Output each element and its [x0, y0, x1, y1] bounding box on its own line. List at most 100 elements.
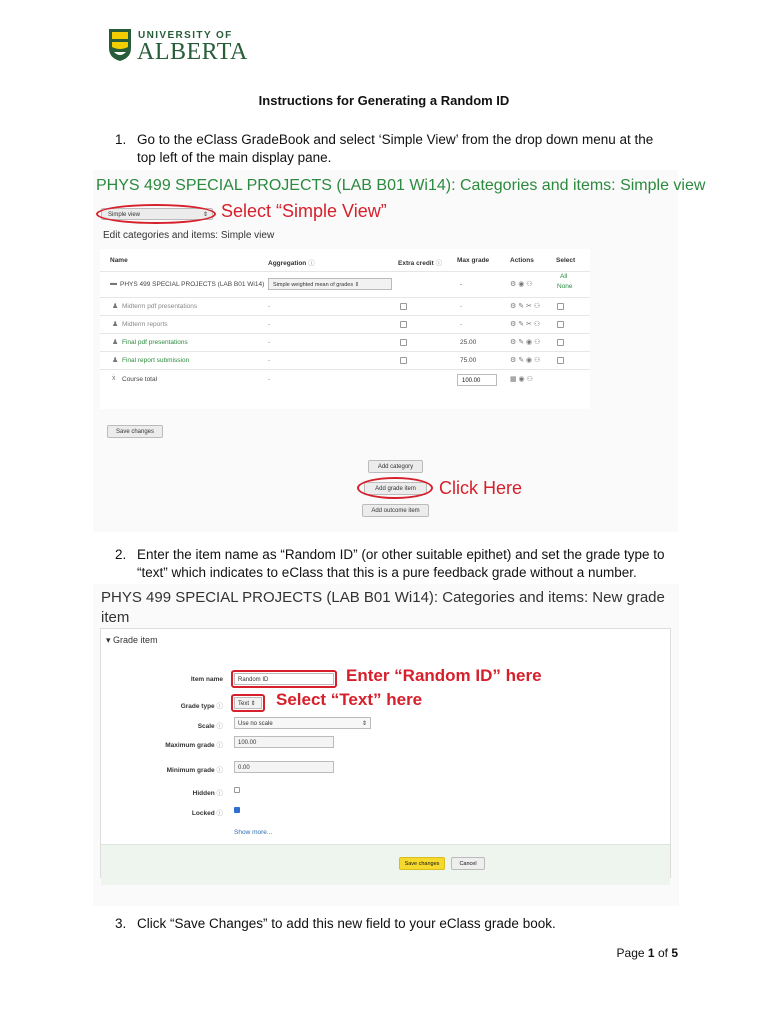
locked-checkbox[interactable]: [234, 807, 240, 813]
table-row: ẋ Course total - 100.00 ▦ ◉ ⚇: [100, 369, 590, 392]
step-number: 2.: [115, 547, 127, 562]
actions-icons[interactable]: ⚙ ✎ ✂ ⚇: [510, 302, 540, 310]
extra-credit-checkbox[interactable]: [400, 339, 407, 346]
save-changes-button[interactable]: Save changes: [107, 425, 163, 438]
row-max: 25.00: [460, 339, 477, 346]
help-icon: ⓘ: [308, 260, 315, 267]
logo-line-2: ALBERTA: [137, 39, 248, 65]
course-total-max-input[interactable]: 100.00: [457, 374, 497, 386]
table-row: ▬ PHYS 499 SPECIAL PROJECTS (LAB B01 Wi1…: [100, 271, 590, 298]
help-icon: ⓘ: [216, 723, 224, 730]
step-number: 3.: [115, 916, 127, 931]
help-icon: ⓘ: [216, 767, 224, 774]
scale-label: Scale ⓘ: [197, 723, 224, 730]
grade-item-icon: ♟: [112, 303, 119, 310]
select-checkbox[interactable]: [557, 303, 564, 310]
grade-item-icon: ♟: [112, 339, 119, 346]
shield-crest-icon: [109, 29, 131, 61]
gradebook-heading: PHYS 499 SPECIAL PROJECTS (LAB B01 Wi14)…: [96, 177, 706, 194]
course-total-icon: ẋ: [112, 375, 116, 382]
actions-icons[interactable]: ⚙ ✎ ✂ ⚇: [510, 320, 540, 328]
extra-credit-checkbox[interactable]: [400, 357, 407, 364]
row-max: -: [460, 303, 463, 310]
grade-items-table: Name Aggregation ⓘ Extra credit ⓘ Max gr…: [100, 249, 590, 409]
step-text-line: Enter the item name as “Random ID” (or o…: [137, 547, 665, 562]
locked-label: Locked ⓘ: [191, 810, 224, 817]
aggregation-select[interactable]: Simple weighted mean of grades ⇕: [268, 278, 392, 290]
select-checkbox[interactable]: [557, 321, 564, 328]
help-icon: ⓘ: [216, 790, 224, 797]
screenshot-simple-view: PHYS 499 SPECIAL PROJECTS (LAB B01 Wi14)…: [93, 170, 705, 532]
row-aggregation: -: [268, 321, 271, 328]
highlight-box: [231, 670, 337, 688]
extra-credit-checkbox[interactable]: [400, 321, 407, 328]
help-icon: ⓘ: [435, 260, 443, 267]
row-max: -: [460, 321, 463, 328]
step-number: 1.: [115, 132, 127, 147]
step-text-line: Click “Save Changes” to add this new fie…: [137, 916, 556, 931]
row-aggregation: -: [268, 339, 271, 346]
add-category-button[interactable]: Add category: [368, 460, 423, 473]
page-number: Page 1 of 5: [616, 946, 678, 960]
min-grade-input[interactable]: 0.00: [234, 761, 334, 773]
step-text-line: top left of the main display pane.: [137, 150, 332, 165]
grade-item-icon: ♟: [112, 357, 119, 364]
select-checkbox[interactable]: [557, 339, 564, 346]
actions-icons[interactable]: ⚙ ✎ ◉ ⚇: [510, 356, 540, 364]
folder-icon: ▬: [110, 280, 117, 287]
row-aggregation: -: [268, 357, 271, 364]
help-icon: ⓘ: [216, 703, 224, 710]
screenshot-new-grade-item: PHYS 499 SPECIAL PROJECTS (LAB B01 Wi14)…: [93, 584, 679, 906]
highlight-ring: [357, 477, 433, 499]
scale-select[interactable]: Use no scale ⇕: [234, 717, 371, 729]
select-checkbox[interactable]: [557, 357, 564, 364]
step-text-line: “text” which indicates to eClass that th…: [137, 565, 637, 580]
table-row: ♟ Midterm reports - - ⚙ ✎ ✂ ⚇: [100, 315, 590, 334]
section-subheading: Edit categories and items: Simple view: [103, 230, 275, 241]
col-max-grade: Max grade: [457, 257, 490, 264]
actions-icons[interactable]: ⚙ ✎ ◉ ⚇: [510, 338, 540, 346]
add-outcome-item-button[interactable]: Add outcome item: [362, 504, 429, 517]
actions-icons[interactable]: ⚙ ◉ ⚇: [510, 280, 533, 288]
save-changes-button[interactable]: Save changes: [399, 857, 445, 870]
document-title: Instructions for Generating a Random ID: [258, 93, 510, 108]
row-max: 75.00: [460, 357, 477, 364]
row-max: -: [460, 281, 463, 288]
max-grade-label: Maximum grade ⓘ: [165, 742, 224, 749]
col-actions: Actions: [510, 257, 534, 264]
collapse-caret-icon: ▾: [106, 635, 111, 645]
extra-credit-checkbox[interactable]: [400, 303, 407, 310]
grade-type-label: Grade type ⓘ: [180, 703, 224, 710]
select-none-link[interactable]: None: [557, 283, 573, 290]
col-extra-credit: Extra credit ⓘ: [398, 260, 443, 267]
row-name[interactable]: Midterm reports: [122, 321, 168, 328]
col-aggregation: Aggregation ⓘ: [268, 260, 315, 267]
grade-item-form: ▾ Grade item Item name Random ID Enter “…: [100, 628, 671, 885]
row-name[interactable]: Final pdf presentations: [122, 339, 188, 346]
show-more-link[interactable]: Show more...: [234, 829, 272, 836]
row-name[interactable]: Final report submission: [122, 357, 189, 364]
row-name[interactable]: Midterm pdf presentations: [122, 303, 197, 310]
highlight-ring: [96, 204, 216, 224]
university-logo: UNIVERSITY OF ALBERTA: [108, 28, 248, 66]
fieldset-legend[interactable]: ▾ Grade item: [106, 635, 158, 646]
col-name: Name: [110, 257, 128, 264]
step-3: 3. Click “Save Changes” to add this new …: [115, 915, 685, 933]
callout-select-text: Select “Text” here: [276, 690, 423, 709]
callout-click-here: Click Here: [439, 478, 523, 498]
help-icon: ⓘ: [216, 810, 224, 817]
cancel-button[interactable]: Cancel: [451, 857, 485, 870]
max-grade-input[interactable]: 100.00: [234, 736, 334, 748]
hidden-label: Hidden ⓘ: [192, 790, 224, 797]
grade-item-icon: ♟: [112, 321, 119, 328]
help-icon: ⓘ: [216, 742, 224, 749]
hidden-checkbox[interactable]: [234, 787, 240, 793]
table-row: ♟ Final pdf presentations - 25.00 ⚙ ✎ ◉ …: [100, 333, 590, 352]
callout-enter-random-id: Enter “Random ID” here: [346, 666, 542, 685]
callout-select-simple-view: Select “Simple View”: [221, 201, 387, 221]
step-1: 1. Go to the eClass GradeBook and select…: [115, 131, 675, 167]
actions-icons[interactable]: ▦ ◉ ⚇: [510, 375, 533, 383]
item-name-label: Item name: [190, 676, 223, 683]
select-caret-icon: ⇕: [361, 721, 367, 727]
select-all-link[interactable]: All: [560, 273, 567, 280]
